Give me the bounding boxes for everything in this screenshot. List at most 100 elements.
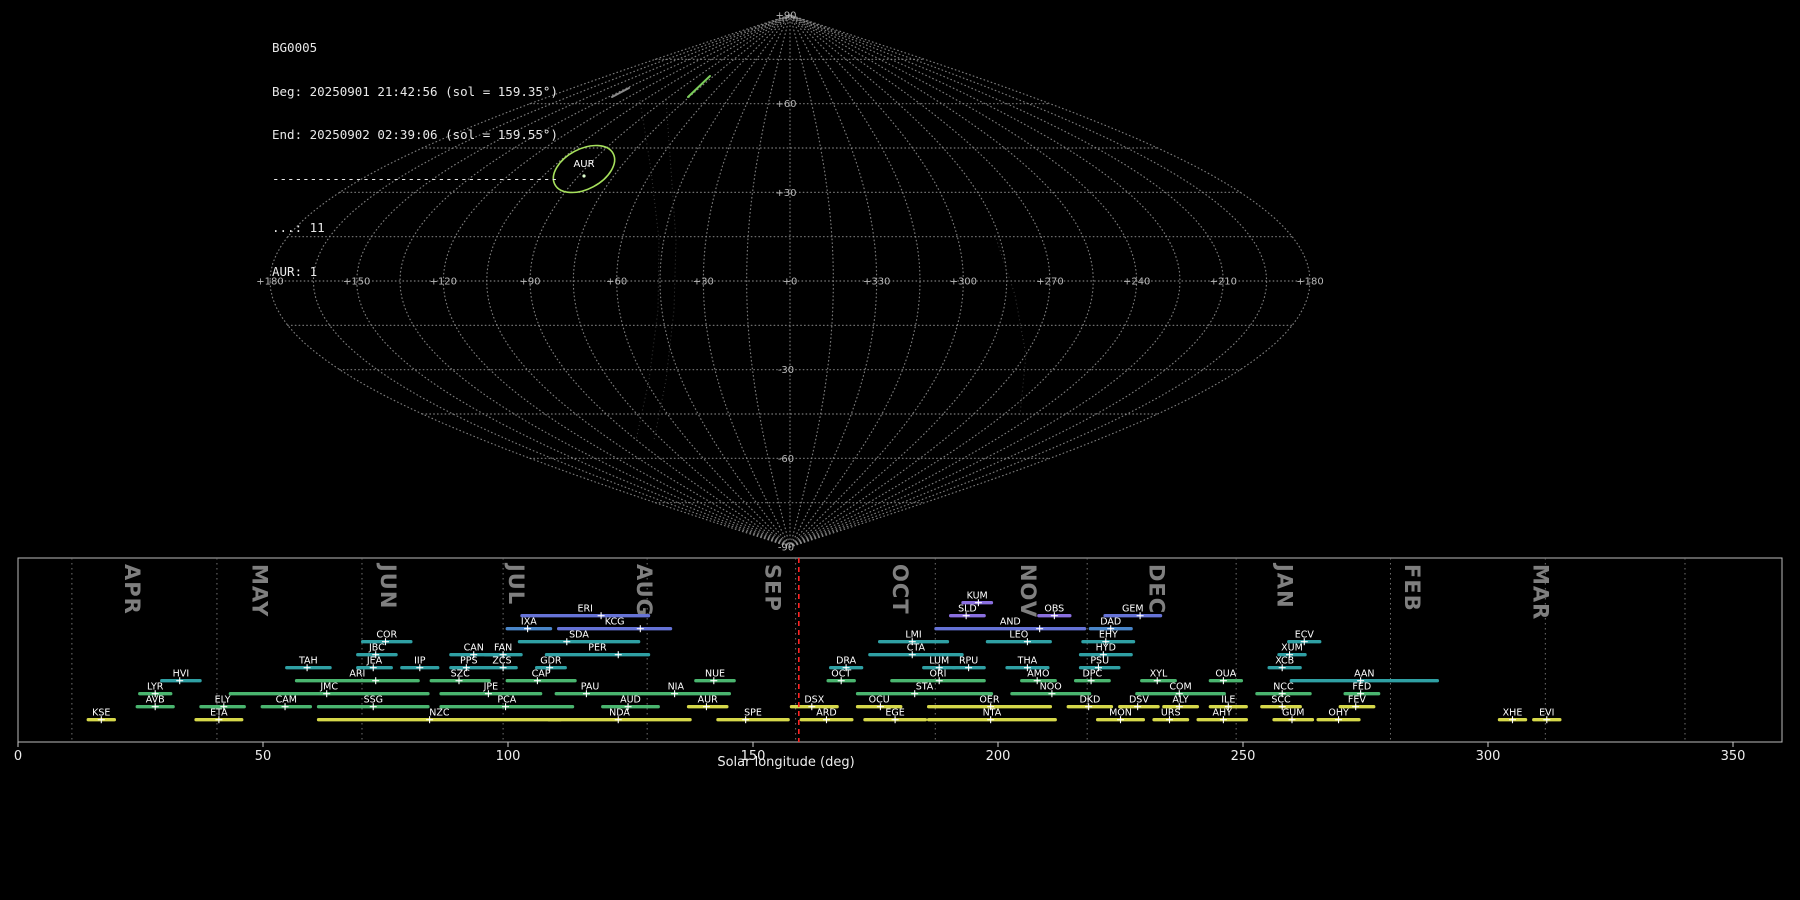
lat-label: -30: [778, 365, 794, 376]
shower-ORI: ORI: [890, 669, 986, 685]
shower-code-label: KUM: [967, 591, 988, 602]
shower-SDA: SDA: [517, 630, 641, 646]
shower-code-label: PPS: [460, 656, 478, 667]
shower-code-label: EHY: [1099, 630, 1118, 641]
x-axis-tick-label: 200: [986, 749, 1011, 764]
shower-NUE: NUE: [694, 669, 736, 685]
month-label-apr: APR: [120, 564, 144, 615]
month-label-nov: NOV: [1016, 564, 1040, 618]
shower-OUA: OUA: [1208, 669, 1243, 685]
lat-label: +30: [775, 188, 796, 199]
x-axis-tick-label: 350: [1721, 749, 1746, 764]
shower-activity-bar: [316, 718, 562, 722]
shower-code-label: ALY: [1172, 695, 1189, 706]
shower-URS: URS: [1152, 708, 1190, 724]
shower-code-label: LYR: [147, 682, 164, 693]
shower-code-label: COR: [376, 630, 397, 641]
skymap-meridian: [529, 14, 791, 548]
shower-code-label: AAN: [1354, 669, 1374, 680]
x-axis-tick-label: 100: [496, 749, 521, 764]
shower-code-label: LEO: [1009, 630, 1028, 641]
lon-label: +210: [1210, 277, 1237, 288]
shower-code-label: IIP: [414, 656, 426, 667]
month-label-sep: SEP: [760, 564, 784, 612]
shower-OBS: OBS: [1037, 604, 1072, 620]
shower-JPE: JPE: [439, 682, 543, 698]
shower-PCA: PCA: [439, 695, 575, 711]
lat-label: -90: [778, 543, 794, 554]
sky-and-timeline-canvas: +180 +150 +120 +90 +60 +30 +0 +330 +300 +270 +240 +…: [14, 11, 1783, 770]
shower-code-label: JEA: [366, 656, 383, 667]
shower-code-label: JBC: [368, 643, 385, 654]
shower-ZCS: ZCS: [486, 656, 518, 672]
meteor-trail: [687, 75, 711, 98]
shower-code-label: AUD: [620, 695, 641, 706]
shower-code-label: NUE: [705, 669, 725, 680]
shower-code-label: CTA: [907, 643, 926, 654]
shower-code-label: GEM: [1122, 604, 1144, 615]
shower-IIP: IIP: [400, 656, 440, 672]
field-of-view-curve: [653, 99, 677, 441]
skymap-meridian: [659, 14, 791, 548]
month-label-aug: AUG: [632, 564, 656, 617]
shower-code-label: URS: [1161, 708, 1181, 719]
shower-code-label: NTA: [983, 708, 1002, 719]
shower-KSE: KSE: [86, 708, 116, 724]
shower-code-label: JPE: [483, 682, 499, 693]
shower-code-label: DKD: [1079, 695, 1100, 706]
shower-code-label: DRA: [836, 656, 857, 667]
shower-code-label: OUA: [1215, 669, 1236, 680]
lon-label: +300: [950, 277, 977, 288]
x-axis-tick-label: 0: [14, 749, 22, 764]
shower-code-label: GUM: [1282, 708, 1305, 719]
shower-code-label: NDA: [609, 708, 630, 719]
end-time-line: End: 20250902 02:39:06 (sol = 159.55°): [272, 127, 558, 142]
shower-JMC: JMC: [228, 682, 430, 698]
shower-code-label: ILE: [1221, 695, 1235, 706]
shower-code-label: EVI: [1539, 708, 1554, 719]
shower-code-label: ELY: [215, 695, 231, 706]
shower-TAH: TAH: [285, 656, 332, 672]
skymap-meridian: [789, 14, 1268, 548]
shower-code-label: DAD: [1100, 617, 1121, 628]
month-label-jan: JAN: [1272, 562, 1296, 609]
lon-label: +270: [1036, 277, 1063, 288]
shower-code-label: ORI: [930, 669, 947, 680]
shower-code-label: TAH: [298, 656, 318, 667]
shower-IXA: IXA: [505, 617, 553, 633]
shower-code-label: KCG: [605, 617, 625, 628]
x-axis-title: Solar longitude (deg): [717, 755, 854, 770]
shower-activity-bar: [716, 718, 790, 722]
shower-code-label: XCB: [1275, 656, 1294, 667]
shower-code-label: HYD: [1096, 643, 1116, 654]
lon-label: +330: [863, 277, 890, 288]
shower-HVI: HVI: [160, 669, 202, 685]
shower-activity-bar: [554, 692, 626, 696]
month-label-mar: MAR: [1529, 564, 1553, 620]
shower-code-label: AMO: [1027, 669, 1049, 680]
shower-SZC: SZC: [429, 669, 491, 685]
shower-code-label: AUR: [698, 695, 718, 706]
month-label-jul: JUL: [504, 562, 528, 605]
shower-code-label: CAP: [532, 669, 551, 680]
shower-code-label: SZC: [451, 669, 471, 680]
shower-code-label: OCU: [869, 695, 890, 706]
shower-code-label: AVB: [146, 695, 165, 706]
shower-SPE: SPE: [716, 708, 790, 724]
shower-code-label: ARD: [816, 708, 836, 719]
shower-code-label: ERI: [577, 604, 592, 615]
lat-label: +60: [775, 99, 796, 110]
x-axis-tick-label: 300: [1476, 749, 1501, 764]
shower-OHY: OHY: [1316, 708, 1361, 724]
shower-code-label: AND: [1000, 617, 1021, 628]
shower-activity-bar: [505, 679, 577, 683]
field-of-view-curve: [635, 99, 660, 441]
shower-code-label: DSV: [1129, 695, 1149, 706]
shower-AVB: AVB: [135, 695, 175, 711]
shower-code-label: DSX: [804, 695, 824, 706]
shower-code-label: ETA: [210, 708, 228, 719]
shower-code-label: PAU: [581, 682, 600, 693]
activity-timeline: APR MAY JUN JUL AUG SEP OCT NOV DEC JAN FEB MAR KUM E…: [14, 557, 1783, 764]
shower-code-label: CAN: [464, 643, 484, 654]
shower-CTA: CTA: [868, 643, 964, 659]
